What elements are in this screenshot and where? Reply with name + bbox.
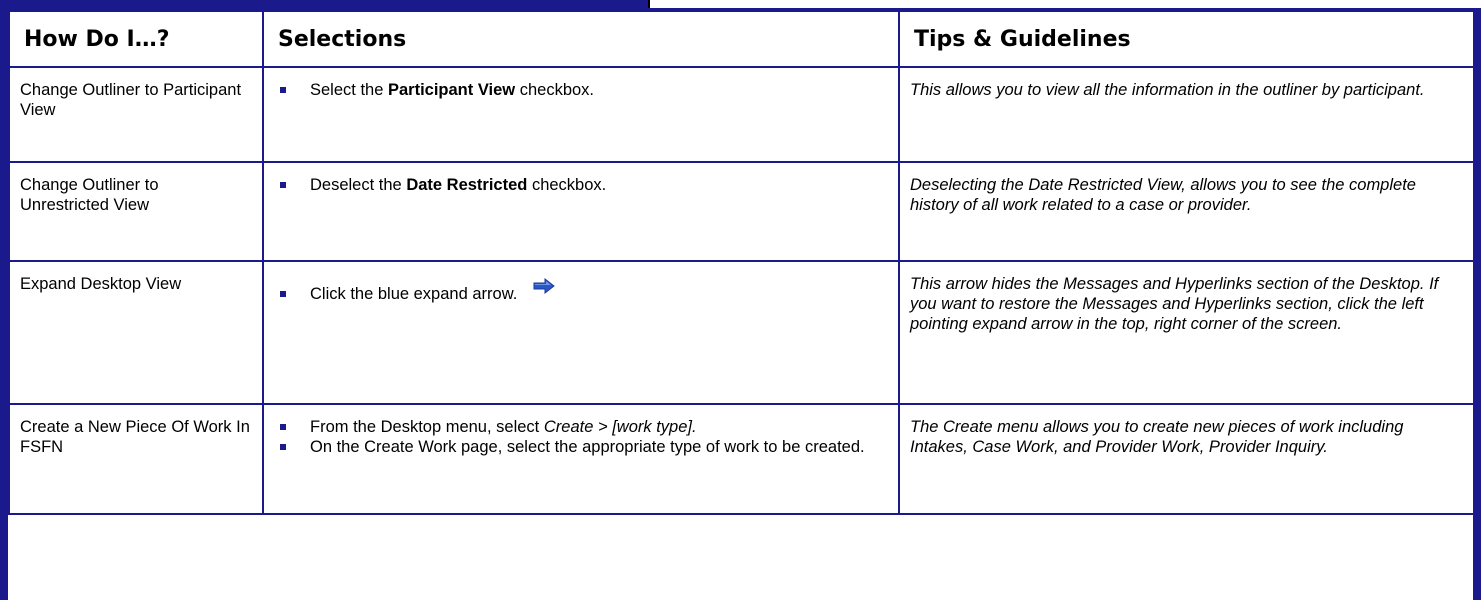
tip-cell: The Create menu allows you to create new… [898,403,1475,515]
selection-bullet: Select the Participant View checkbox. [274,80,890,100]
table-row: Create a New Piece Of Work In FSFN From … [8,403,1475,515]
selection-cell: Deselect the Date Restricted checkbox. [262,161,900,262]
how-cell: Change Outliner to Unrestricted View [8,161,264,262]
how-cell: Expand Desktop View [8,260,264,405]
table-row: Change Outliner to Unrestricted View Des… [8,161,1475,262]
header-tips: Tips & Guidelines [898,10,1475,68]
tip-cell: This allows you to view all the informat… [898,66,1475,163]
selection-text: Click the blue expand arrow. [310,277,890,304]
right-arrow-icon [533,277,556,299]
selection-text: From the Desktop menu, select Create > [… [310,418,697,436]
selection-text: Deselect the Date Restricted checkbox. [310,176,607,194]
selection-bullet: On the Create Work page, select the appr… [274,437,890,457]
tip-cell: This arrow hides the Messages and Hyperl… [898,260,1475,405]
selection-cell: From the Desktop menu, select Create > [… [262,403,900,515]
bullet-icon [280,291,286,297]
table-row: Expand Desktop View Click the blue expan… [8,260,1475,405]
header-selections: Selections [262,10,900,68]
header-how-do-i: How Do I…? [8,10,264,68]
how-do-i-table: How Do I…? Selections Tips & Guidelines … [8,10,1475,515]
selection-bullet: From the Desktop menu, select Create > [… [274,417,890,437]
selection-text: Select the Participant View checkbox. [310,81,595,99]
bullet-icon [280,87,286,93]
selection-bullet: Deselect the Date Restricted checkbox. [274,175,890,195]
selection-cell: Select the Participant View checkbox. [262,66,900,163]
table-row: Change Outliner to Participant View Sele… [8,66,1475,163]
how-cell: Create a New Piece Of Work In FSFN [8,403,264,515]
how-cell: Change Outliner to Participant View [8,66,264,163]
header-band [0,0,650,10]
selection-bullet: Click the blue expand arrow. [274,277,890,304]
selection-text: On the Create Work page, select the appr… [310,438,865,456]
selection-cell: Click the blue expand arrow. [262,260,900,405]
table-header-row: How Do I…? Selections Tips & Guidelines [8,10,1475,68]
tip-cell: Deselecting the Date Restricted View, al… [898,161,1475,262]
bullet-icon [280,444,286,450]
bullet-icon [280,182,286,188]
bullet-icon [280,424,286,430]
